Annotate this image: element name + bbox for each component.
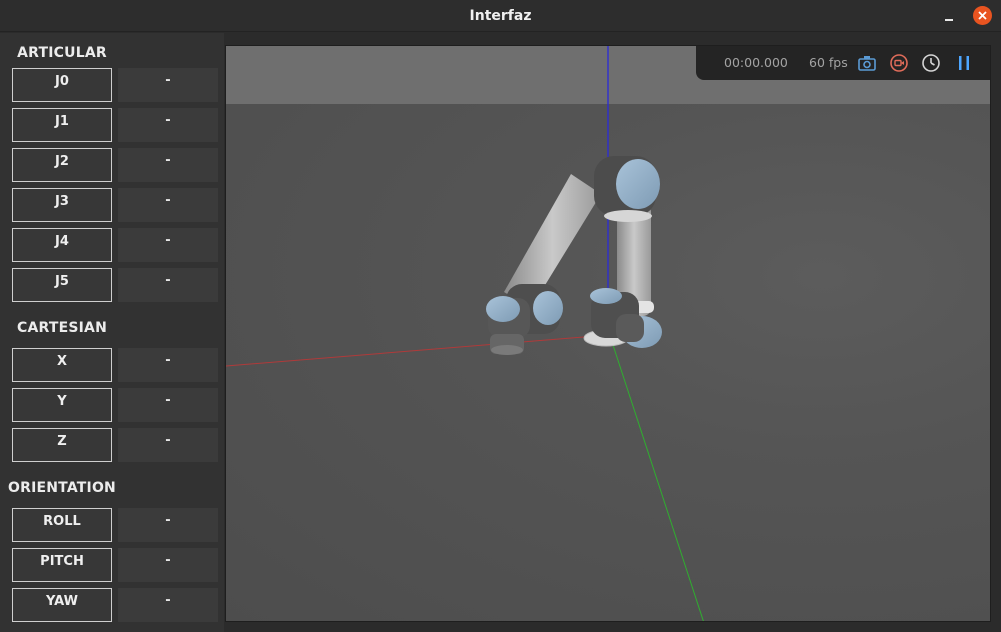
y-value: - (118, 388, 218, 422)
row-roll: ROLL - (12, 508, 218, 542)
camera-icon[interactable] (857, 53, 877, 73)
x-button[interactable]: X (12, 348, 112, 382)
close-button[interactable] (973, 6, 992, 25)
x-value: - (118, 348, 218, 382)
x-axis (226, 335, 597, 367)
close-icon (978, 11, 987, 20)
j4-button[interactable]: J4 (12, 228, 112, 262)
time-readout: 00:00.000 (724, 55, 788, 70)
j1-value: - (118, 108, 218, 142)
row-z: Z - (12, 428, 218, 462)
clock-icon[interactable] (921, 53, 941, 73)
row-x: X - (12, 348, 218, 382)
3d-viewport[interactable]: 00:00.000 60 fps (225, 45, 991, 622)
left-panel: ARTICULAR J0 - J1 - J2 - J3 - J4 - J5 - … (0, 33, 224, 632)
j1-button[interactable]: J1 (12, 108, 112, 142)
y-axis (611, 341, 704, 621)
record-icon[interactable] (889, 53, 909, 73)
j4-value: - (118, 228, 218, 262)
row-y: Y - (12, 388, 218, 422)
title-bar: Interfaz (0, 0, 1001, 32)
j0-value: - (118, 68, 218, 102)
window-title: Interfaz (469, 8, 532, 24)
y-button[interactable]: Y (12, 388, 112, 422)
row-j0: J0 - (12, 68, 218, 102)
row-j5: J5 - (12, 268, 218, 302)
robot-scene (226, 46, 704, 621)
j3-button[interactable]: J3 (12, 188, 112, 222)
section-orientation: ORIENTATION (8, 480, 116, 496)
viewer-toolbar: 00:00.000 60 fps (696, 46, 990, 80)
row-yaw: YAW - (12, 588, 218, 622)
j2-button[interactable]: J2 (12, 148, 112, 182)
pitch-value: - (118, 548, 218, 582)
j2-value: - (118, 148, 218, 182)
z-button[interactable]: Z (12, 428, 112, 462)
roll-button[interactable]: ROLL (12, 508, 112, 542)
roll-value: - (118, 508, 218, 542)
row-j2: J2 - (12, 148, 218, 182)
j5-value: - (118, 268, 218, 302)
z-value: - (118, 428, 218, 462)
fps-readout: 60 fps (809, 55, 848, 70)
section-cartesian: CARTESIAN (16, 320, 108, 336)
row-pitch: PITCH - (12, 548, 218, 582)
j0-button[interactable]: J0 (12, 68, 112, 102)
yaw-value: - (118, 588, 218, 622)
row-j3: J3 - (12, 188, 218, 222)
j3-value: - (118, 188, 218, 222)
row-j1: J1 - (12, 108, 218, 142)
j5-button[interactable]: J5 (12, 268, 112, 302)
pitch-button[interactable]: PITCH (12, 548, 112, 582)
minimize-button[interactable] (940, 6, 960, 26)
row-j4: J4 - (12, 228, 218, 262)
section-articular: ARTICULAR (17, 45, 107, 61)
pause-icon[interactable] (954, 53, 974, 73)
yaw-button[interactable]: YAW (12, 588, 112, 622)
